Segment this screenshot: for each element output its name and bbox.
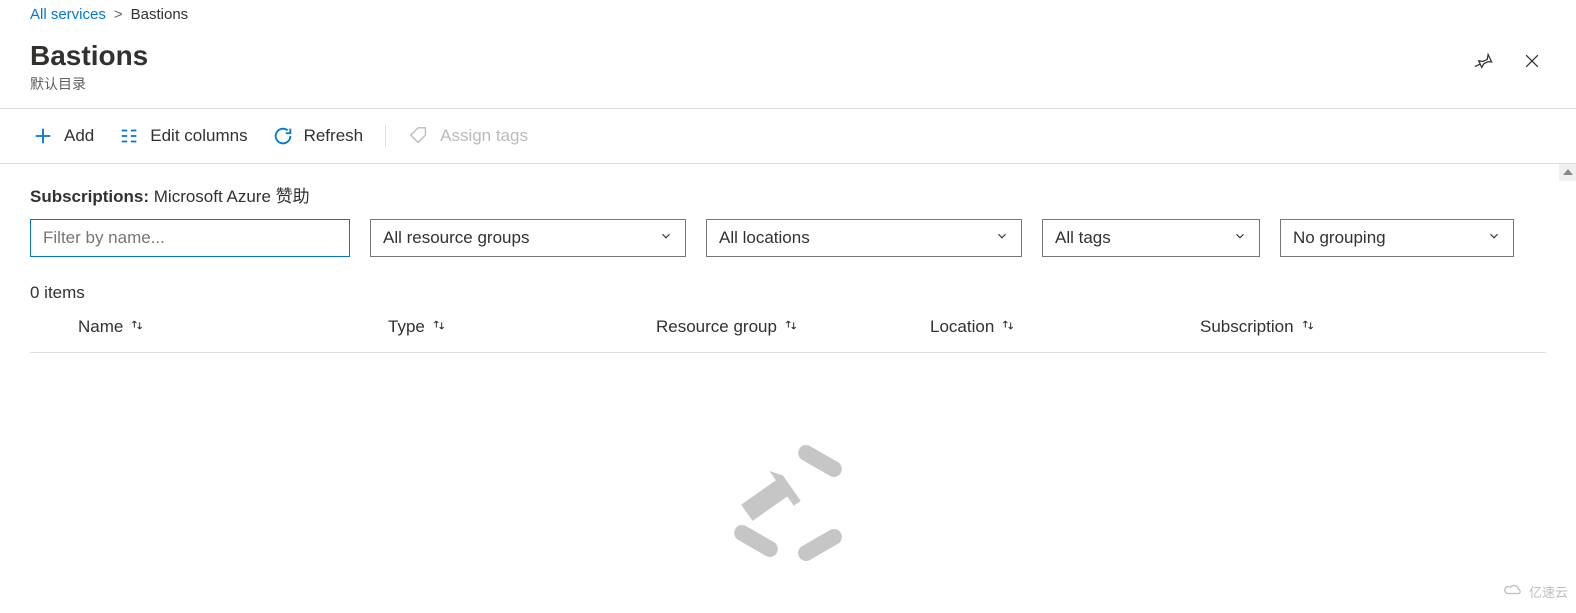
page-title: Bastions <box>30 41 148 72</box>
column-sub-label: Subscription <box>1200 317 1294 337</box>
add-button[interactable]: Add <box>30 121 96 151</box>
sort-icon <box>1000 317 1016 338</box>
chevron-down-icon <box>1233 228 1247 248</box>
column-header-type[interactable]: Type <box>388 317 656 338</box>
column-type-label: Type <box>388 317 425 337</box>
chevron-down-icon <box>1487 228 1501 248</box>
items-count: 0 items <box>30 283 1546 303</box>
column-header-subscription[interactable]: Subscription <box>1200 317 1546 338</box>
toolbar: Add Edit columns Refresh Assign tags <box>0 109 1576 164</box>
filters-row: All resource groups All locations All ta… <box>30 219 1546 257</box>
refresh-icon <box>272 125 294 147</box>
sort-icon <box>129 317 145 338</box>
breadcrumb-root-link[interactable]: All services <box>30 6 106 23</box>
cloud-icon <box>1503 583 1525 600</box>
columns-icon <box>118 125 140 147</box>
close-icon <box>1522 51 1542 74</box>
assign-tags-button: Assign tags <box>406 121 530 151</box>
grouping-value: No grouping <box>1293 228 1386 248</box>
sort-icon <box>431 317 447 338</box>
location-dropdown[interactable]: All locations <box>706 219 1022 257</box>
edit-columns-label: Edit columns <box>150 126 247 146</box>
column-rg-label: Resource group <box>656 317 777 337</box>
scrollbar-up-arrow[interactable] <box>1559 164 1576 181</box>
add-label: Add <box>64 126 94 146</box>
filter-name-input[interactable] <box>30 219 350 257</box>
column-name-label: Name <box>78 317 123 337</box>
sort-icon <box>783 317 799 338</box>
column-header-location[interactable]: Location <box>930 317 1200 338</box>
pin-icon <box>1474 51 1494 74</box>
sort-icon <box>1300 317 1316 338</box>
watermark-text: 亿速云 <box>1529 582 1568 601</box>
plus-icon <box>32 125 54 147</box>
location-value: All locations <box>719 228 810 248</box>
header-actions <box>1470 41 1546 78</box>
chevron-down-icon <box>995 228 1009 248</box>
table-column-headers: Name Type Resource group Location Subscr… <box>30 317 1546 353</box>
breadcrumb-separator: > <box>114 6 123 23</box>
column-loc-label: Location <box>930 317 994 337</box>
edit-columns-button[interactable]: Edit columns <box>116 121 249 151</box>
toolbar-separator <box>385 125 386 147</box>
column-header-name[interactable]: Name <box>78 317 388 338</box>
resource-group-dropdown[interactable]: All resource groups <box>370 219 686 257</box>
breadcrumb-current: Bastions <box>131 6 189 23</box>
empty-state <box>30 423 1546 588</box>
resource-group-value: All resource groups <box>383 228 529 248</box>
page-titles: Bastions 默认目录 <box>30 41 148 94</box>
column-header-resource-group[interactable]: Resource group <box>656 317 930 338</box>
assign-tags-label: Assign tags <box>440 126 528 146</box>
breadcrumb: All services > Bastions <box>0 0 1576 29</box>
refresh-button[interactable]: Refresh <box>270 121 366 151</box>
bastion-empty-icon <box>708 423 868 588</box>
watermark: 亿速云 <box>1503 582 1568 601</box>
content-area: Subscriptions: Microsoft Azure 赞助 All re… <box>0 164 1576 613</box>
tag-icon <box>408 125 430 147</box>
page-subtitle: 默认目录 <box>30 74 148 94</box>
tags-dropdown[interactable]: All tags <box>1042 219 1260 257</box>
pin-button[interactable] <box>1470 47 1498 78</box>
tags-value: All tags <box>1055 228 1111 248</box>
subscriptions-line: Subscriptions: Microsoft Azure 赞助 <box>30 182 1546 207</box>
subscriptions-label: Subscriptions: <box>30 187 149 206</box>
chevron-down-icon <box>659 228 673 248</box>
grouping-dropdown[interactable]: No grouping <box>1280 219 1514 257</box>
refresh-label: Refresh <box>304 126 364 146</box>
subscriptions-value[interactable]: Microsoft Azure 赞助 <box>154 187 310 206</box>
page-header: Bastions 默认目录 <box>0 29 1576 109</box>
close-button[interactable] <box>1518 47 1546 78</box>
